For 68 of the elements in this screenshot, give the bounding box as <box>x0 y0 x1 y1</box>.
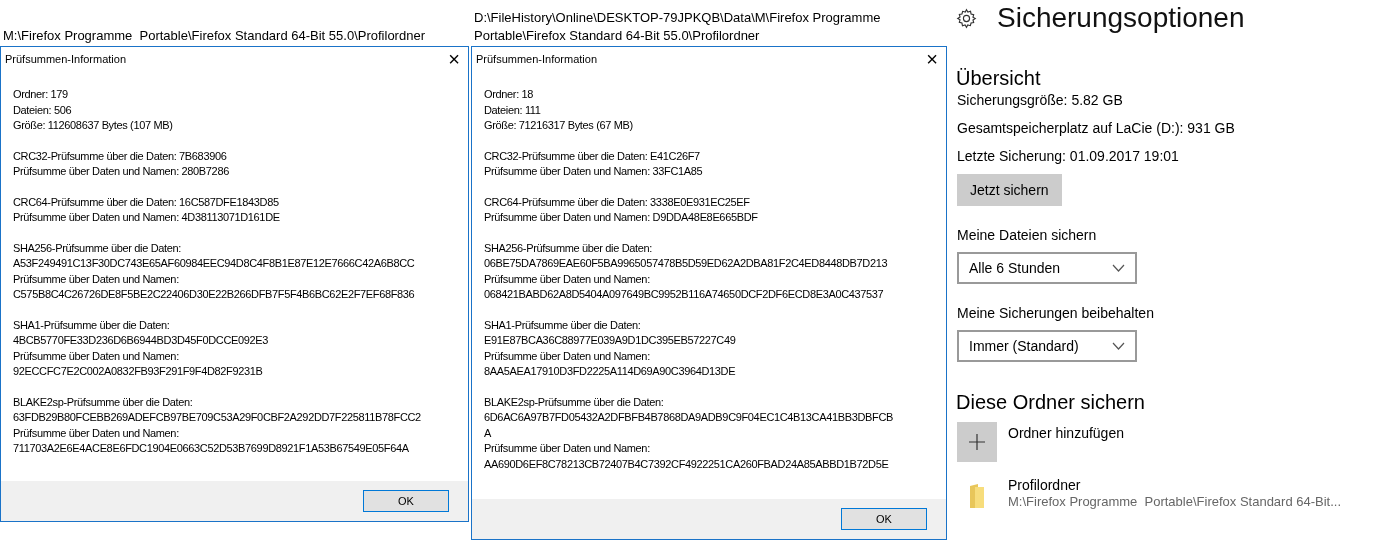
dialog-title: Prüfsummen-Information <box>5 51 127 67</box>
path-text: M:\Firefox Programme Portable\Firefox Standard 64-Bit 55.0\Profilordner <box>3 27 426 45</box>
folder-icon <box>969 483 985 509</box>
add-folder-label[interactable]: Ordner hinzufügen <box>1008 424 1124 442</box>
info-text: 6D6AC6A97B7FD05432A2DFBFB4B7868DA9ADB9C9F04EC1C4B13CA41BB3DBFCB <box>484 410 894 425</box>
info-text: Größe: 112608637 Bytes (107 MB) <box>13 118 174 133</box>
info-text: Dateien: 111 <box>484 102 542 118</box>
info-text: CRC64-Prüfsumme über die Daten: 16C587DFE1843D85 <box>13 194 280 210</box>
info-text: 068421BABD62A8D5404A097649BC9952B116A74650DCF2DF6ECD8E3A0C437537 <box>484 287 885 302</box>
info-text: BLAKE2sp-Prüfsumme über die Daten: <box>484 394 665 410</box>
info-text: C575B8C4C26726DE8F5BE2C22406D30E22B266DFB7F5F4B6BC62E2F7EF68F836 <box>13 287 416 302</box>
close-button[interactable]: × <box>448 49 460 69</box>
chevron-down-icon <box>1112 264 1125 272</box>
close-button[interactable]: × <box>926 49 938 69</box>
info-text: Prüfsumme über Daten und Namen: 280B7286 <box>13 164 230 179</box>
info-text: 06BE75DA7869EAE60F5BA9965057478B5D59ED62A2DBA81F2C4ED8448DB7D213 <box>484 256 889 271</box>
info-text: Dateien: 506 <box>13 102 73 118</box>
info-text: BLAKE2sp-Prüfsumme über die Daten: <box>13 394 194 410</box>
info-text: Prüfsumme über Daten und Namen: <box>484 271 651 287</box>
info-text: Größe: 71216317 Bytes (67 MB) <box>484 118 634 133</box>
info-text: SHA1-Prüfsumme über die Daten: <box>13 317 171 333</box>
dialog-title: Prüfsummen-Information <box>476 51 598 67</box>
info-text: Prüfsumme über Daten und Namen: 4D38113071D161DE <box>13 210 281 225</box>
section-heading: Übersicht <box>956 66 1042 90</box>
info-text: Prüfsumme über Daten und Namen: <box>13 425 180 441</box>
info-text: Prüfsumme über Daten und Namen: <box>484 441 651 456</box>
info-text: Sicherungsgröße: 5.82 GB <box>956 91 1124 109</box>
section-heading: Diese Ordner sichern <box>956 390 1146 414</box>
info-text: SHA256-Prüfsumme über die Daten: <box>13 240 182 256</box>
info-text: Ordner: 18 <box>484 87 535 102</box>
folder-path: M:\Firefox Programme Portable\Firefox Standard 64-Bit... <box>1008 494 1342 510</box>
info-text: Prüfsumme über Daten und Namen: <box>484 348 651 364</box>
info-text: A <box>484 425 492 441</box>
path-text: Portable\Firefox Standard 64-Bit 55.0\Profilordner <box>474 27 761 45</box>
dropdown[interactable]: Alle 6 Stunden <box>957 252 1137 284</box>
path-text: D:\FileHistory\Online\DESKTOP-79JPKQB\Data\M\Firefox Programme <box>474 9 882 27</box>
settings-icon <box>956 7 977 29</box>
info-text: Letzte Sicherung: 01.09.2017 19:01 <box>956 147 1180 165</box>
info-text: 63FDB29B80FCEBB269ADEFCB97BE709C53A29F0CBF2A292DD7F225811B78FCC2 <box>13 410 422 425</box>
info-text: 92ECCFC7E2C002A0832FB93F291F9F4D82F9231B <box>13 364 264 379</box>
dropdown[interactable]: Immer (Standard) <box>957 330 1137 362</box>
info-text: 4BCB5770FE33D236D6B6944BD3D45F0DCCE092E3 <box>13 333 270 348</box>
info-text: Ordner: 179 <box>13 87 69 102</box>
info-text: A53F249491C13F30DC743E65AF60984EEC94D8C4F8B1E87E12E7666C42A6B8CC <box>13 256 416 271</box>
page-title: Sicherungsoptionen <box>997 1 1245 35</box>
info-text: Prüfsumme über Daten und Namen: <box>13 348 180 364</box>
info-text: AA690D6EF8C78213CB72407B4C7392CF4922251CA260FBAD24A85ABBD1B72D5E <box>484 456 890 472</box>
info-text: Prüfsumme über Daten und Namen: <box>13 271 180 287</box>
folder-name: Profilordner <box>1008 476 1082 494</box>
info-text: 711703A2E6E4ACE8E6FDC1904E0663C52D53B7699D8921F1A53B67549E05F64A <box>13 441 410 456</box>
ok-button[interactable]: OK <box>363 490 449 512</box>
info-text: CRC32-Prüfsumme über die Daten: 7B683906 <box>13 148 228 164</box>
ok-button[interactable]: OK <box>841 508 927 530</box>
plus-icon <box>968 433 986 451</box>
info-text: Gesamtspeicherplatz auf LaCie (D:): 931 GB <box>956 119 1236 137</box>
info-text: Prüfsumme über Daten und Namen: 33FC1A85 <box>484 164 704 179</box>
info-text: SHA256-Prüfsumme über die Daten: <box>484 240 653 256</box>
setting-label: Meine Dateien sichern <box>957 226 1098 244</box>
info-text: E91E87BCA36C88977E039A9D1DC395EB57227C49 <box>484 333 737 348</box>
info-text: 8AA5AEA17910D3FD2225A114D69A90C3964D13DE <box>484 364 737 379</box>
info-text: CRC32-Prüfsumme über die Daten: E41C26F7 <box>484 148 701 164</box>
info-text: Prüfsumme über Daten und Namen: D9DDA48E8E665BDF <box>484 210 759 225</box>
info-text: SHA1-Prüfsumme über die Daten: <box>484 317 642 333</box>
chevron-down-icon <box>1112 342 1125 350</box>
backup-now-button[interactable]: Jetzt sichern <box>957 174 1062 206</box>
info-text: CRC64-Prüfsumme über die Daten: 3338E0E931EC25EF <box>484 194 751 210</box>
setting-label: Meine Sicherungen beibehalten <box>957 304 1155 322</box>
add-folder-button[interactable] <box>957 422 997 462</box>
